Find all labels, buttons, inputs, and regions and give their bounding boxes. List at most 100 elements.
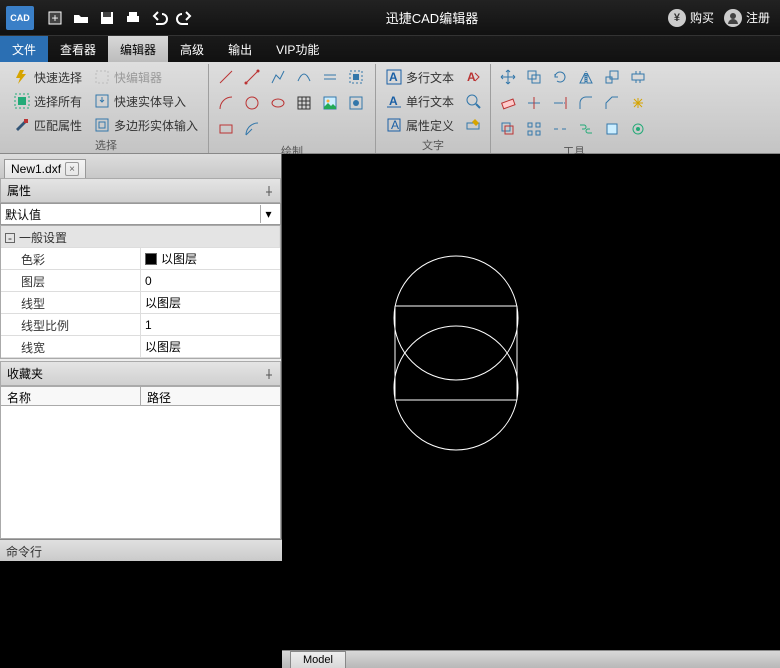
canvas-area: Model bbox=[282, 154, 780, 539]
attdef-button[interactable]: A属性定义 bbox=[382, 114, 458, 136]
find-text-icon[interactable] bbox=[462, 90, 484, 112]
insert-icon[interactable] bbox=[345, 92, 367, 114]
left-panel: New1.dxf × 属性 默认值 ▾ -一般设置 色彩以图层 图层0 线型以图… bbox=[0, 154, 282, 539]
spline-icon[interactable] bbox=[293, 66, 315, 88]
redo-icon[interactable] bbox=[174, 7, 196, 29]
prop-row-layer[interactable]: 图层0 bbox=[1, 270, 280, 292]
rotate-icon[interactable] bbox=[549, 66, 571, 88]
tab-vip[interactable]: VIP功能 bbox=[264, 36, 331, 62]
pin-icon[interactable] bbox=[264, 186, 274, 196]
print-icon[interactable] bbox=[122, 7, 144, 29]
scale-icon[interactable] bbox=[601, 66, 623, 88]
select-all-button[interactable]: 选择所有 bbox=[10, 90, 86, 112]
group-label-select: 选择 bbox=[10, 136, 202, 155]
ribbon: 快速选择 选择所有 匹配属性 快编辑器 快速实体导入 多边形实体输入 选择 bbox=[0, 62, 780, 154]
tool-misc-icon[interactable] bbox=[627, 118, 649, 140]
circle-icon[interactable] bbox=[241, 92, 263, 114]
brush-icon bbox=[14, 117, 30, 133]
dtext-icon: A bbox=[386, 93, 402, 109]
chamfer-icon[interactable] bbox=[601, 92, 623, 114]
prop-row-ltscale[interactable]: 线型比例1 bbox=[1, 314, 280, 336]
block-icon[interactable] bbox=[601, 118, 623, 140]
region-icon[interactable] bbox=[345, 66, 367, 88]
mtext-button[interactable]: A多行文本 bbox=[382, 66, 458, 88]
props-type-combo[interactable]: 默认值 ▾ bbox=[0, 203, 281, 225]
polyline-icon bbox=[94, 117, 110, 133]
textstyle-icon[interactable]: A bbox=[462, 66, 484, 88]
quick-entity-import-button[interactable]: 快速实体导入 bbox=[90, 90, 202, 112]
close-icon[interactable]: × bbox=[65, 162, 79, 176]
ribbon-group-draw: 绘制 bbox=[209, 64, 376, 153]
array-icon[interactable] bbox=[523, 118, 545, 140]
arc-icon[interactable] bbox=[215, 92, 237, 114]
stretch-icon[interactable] bbox=[627, 66, 649, 88]
favorites-body bbox=[0, 406, 281, 539]
hatch-icon[interactable] bbox=[293, 92, 315, 114]
document-tab[interactable]: New1.dxf × bbox=[4, 159, 86, 178]
register-label: 注册 bbox=[746, 9, 770, 26]
favorites-columns: 名称 路径 bbox=[0, 386, 281, 406]
fillet-icon[interactable] bbox=[575, 92, 597, 114]
svg-text:A: A bbox=[467, 70, 476, 84]
move-icon[interactable] bbox=[497, 66, 519, 88]
document-tab-bar: New1.dxf × bbox=[0, 154, 281, 178]
pin-icon[interactable] bbox=[264, 369, 274, 379]
save-icon[interactable] bbox=[96, 7, 118, 29]
fav-col-path[interactable]: 路径 bbox=[141, 387, 280, 405]
tab-file[interactable]: 文件 bbox=[0, 36, 48, 62]
polyline-import-button[interactable]: 多边形实体输入 bbox=[90, 114, 202, 136]
tab-model[interactable]: Model bbox=[290, 651, 346, 668]
import-icon bbox=[94, 93, 110, 109]
dtext-button[interactable]: A单行文本 bbox=[382, 90, 458, 112]
mirror-icon[interactable] bbox=[575, 66, 597, 88]
editor-icon bbox=[94, 69, 110, 85]
favorites-title: 收藏夹 bbox=[7, 365, 43, 382]
buy-link[interactable]: ¥ 购买 bbox=[668, 9, 714, 27]
line2-icon[interactable] bbox=[241, 66, 263, 88]
prop-row-color[interactable]: 色彩以图层 bbox=[1, 248, 280, 270]
quick-select-button[interactable]: 快速选择 bbox=[10, 66, 86, 88]
window-title: 迅捷CAD编辑器 bbox=[196, 8, 668, 27]
ribbon-group-select: 快速选择 选择所有 匹配属性 快编辑器 快速实体导入 多边形实体输入 选择 bbox=[4, 64, 209, 153]
tab-editor[interactable]: 编辑器 bbox=[108, 36, 168, 62]
trim-icon[interactable] bbox=[523, 92, 545, 114]
ribbon-group-tools: 工具 bbox=[491, 64, 657, 153]
erase-icon[interactable] bbox=[497, 92, 519, 114]
register-link[interactable]: 注册 bbox=[724, 9, 770, 27]
copy-icon[interactable] bbox=[523, 66, 545, 88]
dimarc-icon[interactable] bbox=[241, 118, 263, 140]
join-icon[interactable] bbox=[575, 118, 597, 140]
chevron-down-icon: ▾ bbox=[260, 205, 276, 223]
tab-advanced[interactable]: 高级 bbox=[168, 36, 216, 62]
tab-viewer[interactable]: 查看器 bbox=[48, 36, 108, 62]
fav-col-name[interactable]: 名称 bbox=[1, 387, 141, 405]
offset-icon[interactable] bbox=[497, 118, 519, 140]
open-icon[interactable] bbox=[70, 7, 92, 29]
drawing-canvas[interactable] bbox=[282, 154, 780, 650]
coin-icon: ¥ bbox=[668, 9, 686, 27]
mline-icon[interactable] bbox=[319, 66, 341, 88]
prop-row-linetype[interactable]: 线型以图层 bbox=[1, 292, 280, 314]
extend-icon[interactable] bbox=[549, 92, 571, 114]
prop-row-lineweight[interactable]: 线宽以图层 bbox=[1, 336, 280, 358]
polyline-tool-icon[interactable] bbox=[267, 66, 289, 88]
properties-header: 属性 bbox=[0, 178, 281, 203]
main: New1.dxf × 属性 默认值 ▾ -一般设置 色彩以图层 图层0 线型以图… bbox=[0, 154, 780, 539]
mtext-icon: A bbox=[386, 69, 402, 85]
edit-text-icon[interactable] bbox=[462, 114, 484, 136]
quick-access-toolbar: + bbox=[44, 7, 196, 29]
tab-output[interactable]: 输出 bbox=[216, 36, 264, 62]
explode-icon[interactable] bbox=[627, 92, 649, 114]
ellipse-icon[interactable] bbox=[267, 92, 289, 114]
prop-category-general[interactable]: -一般设置 bbox=[1, 226, 280, 248]
svg-text:+: + bbox=[51, 11, 58, 25]
new-icon[interactable]: + bbox=[44, 7, 66, 29]
match-props-button[interactable]: 匹配属性 bbox=[10, 114, 86, 136]
menu-bar: 文件 查看器 编辑器 高级 输出 VIP功能 bbox=[0, 36, 780, 62]
user-icon bbox=[724, 9, 742, 27]
image-icon[interactable] bbox=[319, 92, 341, 114]
rect-icon[interactable] bbox=[215, 118, 237, 140]
undo-icon[interactable] bbox=[148, 7, 170, 29]
line-icon[interactable] bbox=[215, 66, 237, 88]
break-icon[interactable] bbox=[549, 118, 571, 140]
